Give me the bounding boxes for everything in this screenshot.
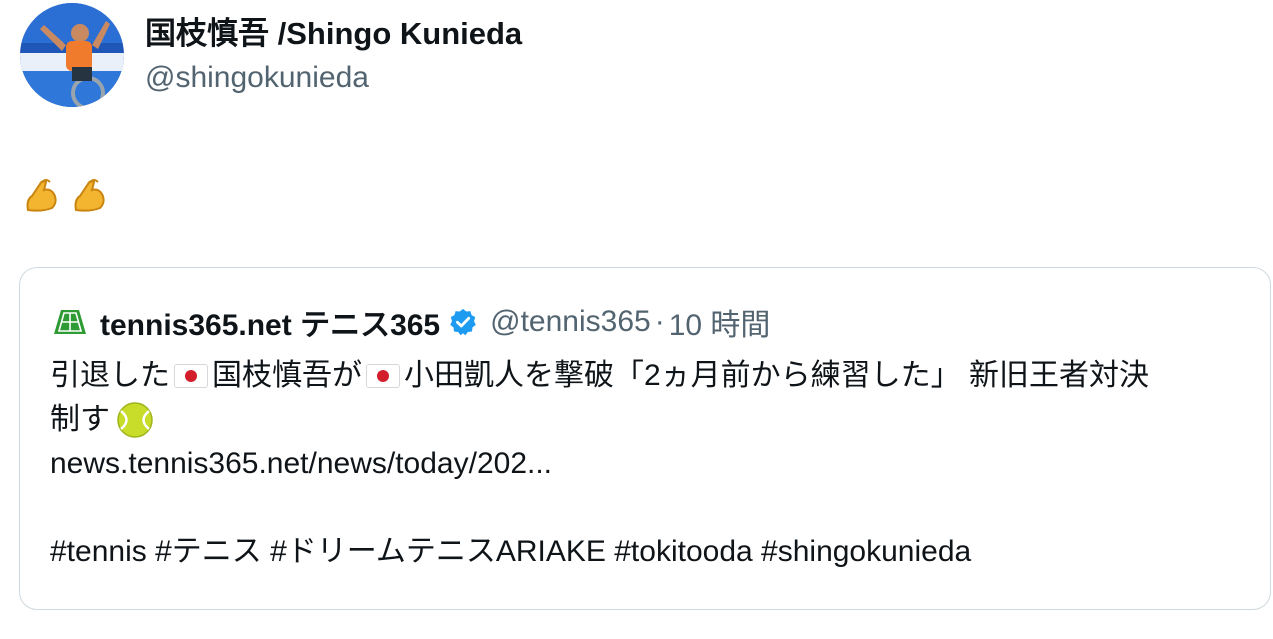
quoted-text-part: 国枝慎吾が [212, 359, 362, 392]
tweet-text [22, 174, 110, 214]
flexed-biceps-icon [26, 179, 57, 212]
hashtags[interactable]: #tennis #テニス #ドリームテニスARIAKE #tokitooda #… [50, 530, 971, 574]
quoted-timestamp[interactable]: 10 時間 [669, 300, 771, 344]
article-link[interactable]: news.tennis365.net/news/today/202... [50, 442, 552, 486]
quoted-tweet-card[interactable]: tennis365.net テニス365 @tennis365 · 10 時間 … [19, 267, 1271, 610]
meta-separator: · [654, 305, 665, 338]
tennis-court-logo-icon[interactable] [52, 307, 88, 337]
line-spacer [50, 486, 1240, 530]
author-avatar[interactable] [20, 3, 124, 107]
quoted-text-part: 小田凱人を撃破「2ヵ月前から練習した」 新旧王者対決 [404, 359, 1150, 392]
quoted-author-handle[interactable]: @tennis365 [490, 305, 651, 339]
quoted-text-part: 制す [50, 403, 110, 436]
flexed-biceps-icon [74, 179, 105, 212]
author-handle[interactable]: @shingokunieda [145, 58, 369, 98]
author-name[interactable]: 国枝慎吾 /Shingo Kunieda [145, 14, 522, 54]
quoted-tweet-header: tennis365.net テニス365 @tennis365 · 10 時間 [52, 302, 770, 342]
japan-flag-icon [174, 364, 208, 388]
quoted-tweet-body: 引退した 国枝慎吾が 小田凱人を撃破「2ヵ月前から練習した」 新旧王者対決 制す… [50, 354, 1240, 574]
quoted-author-name[interactable]: tennis365.net テニス365 [100, 300, 440, 344]
verified-badge-icon [450, 308, 476, 336]
avatar-photo [20, 3, 124, 107]
japan-flag-icon [366, 364, 400, 388]
quoted-text-part: 引退した [50, 359, 170, 392]
tennis-ball-icon [117, 402, 153, 438]
